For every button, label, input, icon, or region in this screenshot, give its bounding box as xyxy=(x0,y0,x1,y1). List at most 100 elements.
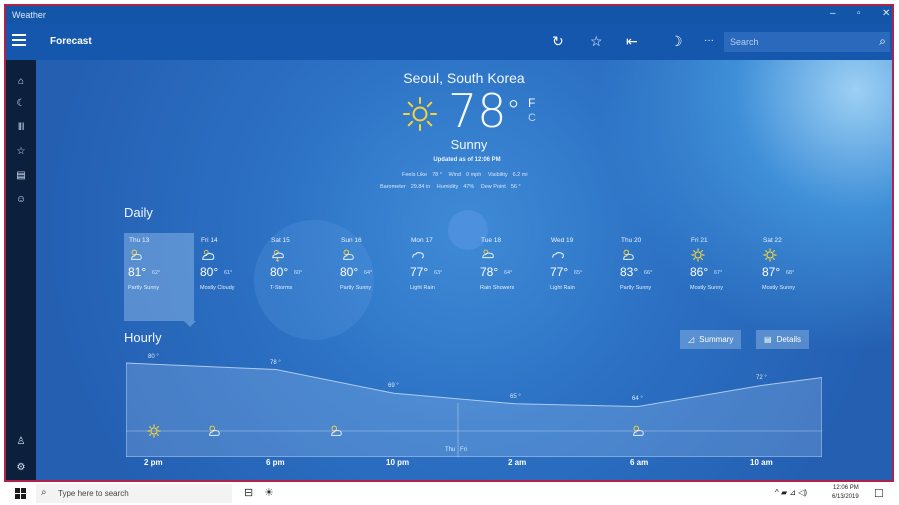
weather-app-taskbar-icon[interactable]: ☀ xyxy=(264,486,274,499)
day-condition: T-Storms xyxy=(270,285,293,291)
hourly-time-label: 6 pm xyxy=(266,458,285,467)
search-input[interactable] xyxy=(724,32,864,52)
daily-card-3[interactable]: Sun 16 80° 64° Partly Sunny xyxy=(336,233,396,305)
historical-icon[interactable]: ǁl xyxy=(6,122,36,133)
daily-heading: Daily xyxy=(124,205,153,220)
day-divider-label: Fri xyxy=(460,447,467,453)
more-options-button[interactable]: ··· xyxy=(704,34,714,48)
news-icon[interactable]: ▤ xyxy=(6,170,36,181)
current-temperature: 78° xyxy=(448,84,521,138)
detail-value: 78 ° xyxy=(432,172,442,178)
day-name: Wed 19 xyxy=(551,237,574,244)
action-center-icon[interactable]: ☐ xyxy=(874,487,884,500)
taskbar-search-input[interactable] xyxy=(58,487,228,500)
day-condition: Light Rain xyxy=(410,285,435,291)
day-name: Thu 20 xyxy=(621,237,642,244)
moon-icon[interactable]: ☽ xyxy=(670,34,683,48)
current-condition: Sunny xyxy=(450,137,488,152)
day-condition: Mostly Cloudy xyxy=(200,285,235,291)
day-name: Fri 14 xyxy=(201,237,218,244)
day-low-temp: 63° xyxy=(434,270,443,276)
daily-card-6[interactable]: Wed 19 77° 65° Light Rain xyxy=(546,233,606,305)
day-name: Sat 15 xyxy=(271,237,290,244)
title-bar: Weather – ▫ ✕ xyxy=(6,6,892,24)
left-nav: ⌂ ☾ ǁl ☆ ▤ ☺ ♙ ⚙ xyxy=(6,60,36,480)
home-icon[interactable]: ⌂ xyxy=(6,76,36,87)
window-title: Weather xyxy=(12,10,46,20)
smiley-icon[interactable]: ☺ xyxy=(6,194,36,205)
hourly-temp-label: 65 ° xyxy=(510,393,521,400)
hourly-time-label: 2 pm xyxy=(144,458,163,467)
hourly-temperature-graph: Thu Fri xyxy=(126,362,822,457)
day-divider-label: Thu xyxy=(445,447,455,453)
detail-value: 6.2 mi xyxy=(512,172,528,178)
details-row-1: Feels Like 78 ° Wind 0 mph Visibility 6.2 m… xyxy=(402,172,533,178)
detail-value: 0 mph xyxy=(466,172,482,178)
windows-start-icon[interactable] xyxy=(15,488,26,499)
detail-value: 29.84 in xyxy=(410,184,431,190)
settings-icon[interactable]: ⚙ xyxy=(6,462,36,473)
day-name: Sun 16 xyxy=(341,237,362,244)
day-low-temp: 64° xyxy=(504,270,513,276)
day-name: Fri 21 xyxy=(691,237,708,244)
hourly-time-label: 6 am xyxy=(630,458,649,467)
partly-sunny-icon xyxy=(128,248,144,262)
day-name: Tue 18 xyxy=(481,237,501,244)
day-high-temp: 81° xyxy=(128,265,147,279)
unit-celsius-toggle[interactable]: C xyxy=(528,112,536,124)
favorites-icon[interactable]: ☆ xyxy=(6,146,36,157)
day-high-temp: 86° xyxy=(690,265,709,279)
daily-card-8[interactable]: Fri 21 86° 67° Mostly Sunny xyxy=(686,233,746,305)
partly-sunny-icon xyxy=(340,248,356,262)
hourly-temp-label: 80 ° xyxy=(148,354,159,361)
hourly-temp-label: 72 ° xyxy=(756,375,767,382)
app-window: Weather – ▫ ✕ Forecast ↻ ☆ ⇤ ☽ ··· ⌕ ⌂ ☾… xyxy=(4,4,894,482)
taskbar: ⌕ ⊟ ☀ ^ ▰ ⊿ ◁) 12:06 PM 6/13/2019 ☐ xyxy=(0,482,899,505)
day-high-temp: 80° xyxy=(200,265,219,279)
account-icon[interactable]: ♙ xyxy=(6,436,36,447)
light-rain-icon xyxy=(550,248,566,262)
day-low-temp: 64° xyxy=(364,270,373,276)
search-box[interactable]: ⌕ xyxy=(724,32,890,52)
detail-label: Barometer xyxy=(380,184,406,190)
details-button[interactable]: ▤ Details xyxy=(756,330,810,349)
close-button[interactable]: ✕ xyxy=(882,8,890,19)
detail-label: Feels Like xyxy=(402,172,428,178)
system-tray-icons[interactable]: ^ ▰ ⊿ ◁) xyxy=(775,488,807,497)
hourly-time-label: 10 pm xyxy=(386,458,410,467)
hamburger-menu-icon[interactable] xyxy=(12,34,26,46)
taskbar-clock[interactable]: 12:06 PM 6/13/2019 xyxy=(832,484,859,502)
daily-card-4[interactable]: Mon 17 77° 63° Light Rain xyxy=(406,233,466,305)
hourly-temp-label: 64 ° xyxy=(632,396,643,403)
taskbar-search-box[interactable]: ⌕ xyxy=(36,484,232,503)
daily-card-2[interactable]: Sat 15 80° 60° T-Storms xyxy=(266,233,326,305)
favorite-star-icon[interactable]: ☆ xyxy=(590,34,603,48)
pin-icon[interactable]: ⇤ xyxy=(626,34,638,48)
daily-card-0[interactable]: Thu 13 81° 62° Partly Sunny xyxy=(124,233,194,321)
day-high-temp: 80° xyxy=(270,265,289,279)
details-label: Details xyxy=(776,335,802,344)
task-view-icon[interactable]: ⊟ xyxy=(244,486,253,499)
daily-card-7[interactable]: Thu 20 83° 66° Partly Sunny xyxy=(616,233,676,305)
refresh-icon[interactable]: ↻ xyxy=(552,34,564,48)
thunderstorm-icon xyxy=(270,248,286,263)
summary-button[interactable]: ◿ Summary xyxy=(680,330,742,349)
day-low-temp: 66° xyxy=(644,270,653,276)
sunny-icon xyxy=(690,248,706,262)
day-high-temp: 80° xyxy=(340,265,359,279)
updated-time: Updated as of 12:06 PM xyxy=(433,157,501,163)
daily-card-5[interactable]: Tue 18 78° 64° Rain Showers xyxy=(476,233,536,305)
day-condition: Mostly Sunny xyxy=(762,285,796,291)
forecast-map-icon[interactable]: ☾ xyxy=(6,98,36,109)
day-low-temp: 61° xyxy=(224,270,233,276)
unit-fahrenheit-toggle[interactable]: F xyxy=(528,96,535,110)
maximize-button[interactable]: ▫ xyxy=(857,8,861,19)
daily-card-9[interactable]: Sat 22 87° 68° Mostly Sunny xyxy=(758,233,818,305)
minimize-button[interactable]: – xyxy=(830,8,836,19)
sunny-icon xyxy=(403,97,437,131)
daily-card-1[interactable]: Fri 14 80° 61° Mostly Cloudy xyxy=(196,233,256,305)
detail-value: 56 ° xyxy=(510,184,521,190)
forecast-content: Seoul, South Korea 78° F C Sunny Updated… xyxy=(36,60,892,480)
search-icon[interactable]: ⌕ xyxy=(879,34,886,49)
day-high-temp: 77° xyxy=(410,265,429,279)
